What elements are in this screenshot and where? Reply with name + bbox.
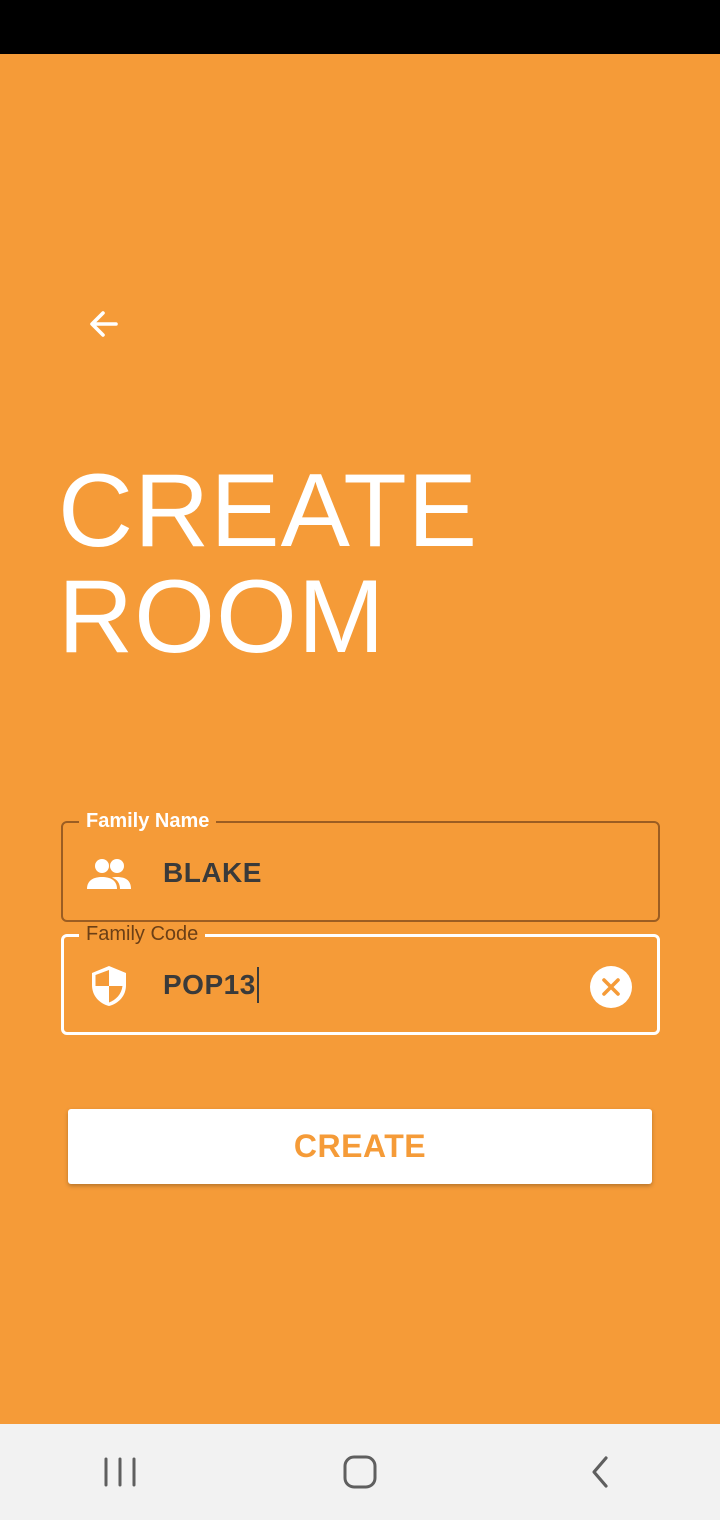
recents-button[interactable] (60, 1424, 180, 1520)
status-bar (0, 0, 720, 54)
page-title-line-2: ROOM (58, 559, 386, 675)
people-icon (85, 854, 133, 894)
recents-icon (104, 1457, 136, 1487)
clear-text-button[interactable] (590, 966, 632, 1008)
family-name-field[interactable]: Family Name BLAKE (61, 809, 660, 922)
page-title: CREATE ROOM (58, 458, 478, 670)
shield-icon (85, 966, 133, 1006)
system-nav-bar (0, 1424, 720, 1520)
family-name-label: Family Name (79, 809, 217, 833)
close-icon (602, 978, 620, 996)
family-code-field[interactable]: Family Code POP13 (61, 922, 660, 1035)
family-code-input[interactable]: POP13 (163, 965, 259, 1005)
text-caret (256, 967, 259, 1003)
nav-back-button[interactable] (540, 1424, 660, 1520)
create-button[interactable]: CREATE (68, 1109, 652, 1184)
arrow-left-icon (90, 311, 118, 337)
family-code-value: POP13 (163, 969, 256, 1000)
create-room-screen: CREATE ROOM Family Name BLAKE Family Cod… (0, 54, 720, 1424)
page-title-line-1: CREATE (58, 453, 479, 569)
back-button[interactable] (78, 298, 130, 350)
home-icon (343, 1455, 377, 1489)
family-name-input[interactable]: BLAKE (163, 853, 262, 893)
back-chevron-icon (592, 1456, 608, 1488)
family-code-label: Family Code (79, 922, 206, 946)
home-button[interactable] (300, 1424, 420, 1520)
